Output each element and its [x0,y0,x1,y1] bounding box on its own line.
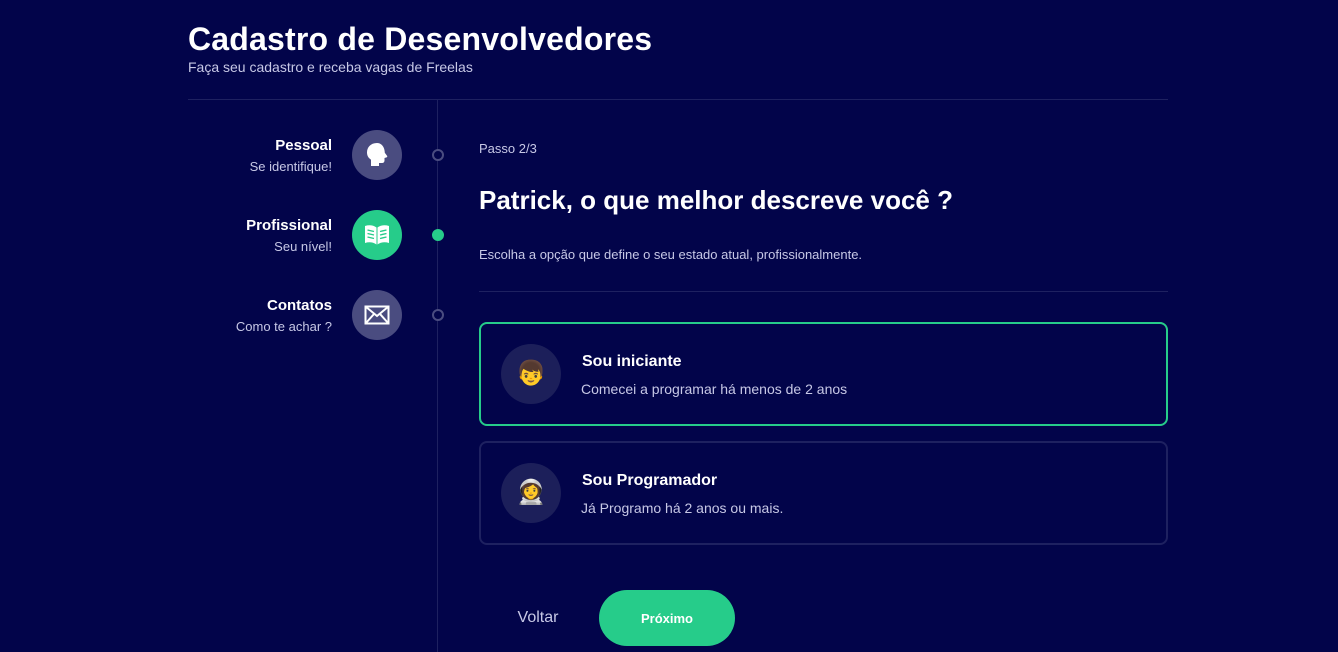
step-indicator-dot [432,149,444,161]
option-title: Sou Programador [582,472,718,489]
step-pessoal[interactable]: Pessoal Se identifique! [188,130,450,180]
step-indicator-dot [432,229,444,241]
registration-page: Cadastro de Desenvolvedores Faça seu cad… [0,0,1338,652]
step-profissional[interactable]: Profissional Seu nível! [188,210,450,260]
page-title: Cadastro de Desenvolvedores [188,21,653,57]
option-title: Sou iniciante [582,353,682,370]
step-icon-circle [352,130,402,180]
step-icon-circle [352,290,402,340]
step-icon-circle [352,210,402,260]
option-description: Já Programo há 2 anos ou mais. [581,500,784,516]
boy-emoji-icon: 👦 [501,344,561,404]
content-divider [479,291,1168,292]
page-header: Cadastro de Desenvolvedores Faça seu cad… [188,20,652,75]
step-title: Pessoal [275,137,332,154]
next-button[interactable]: Próximo [599,590,735,646]
astronaut-emoji-icon: 👩‍🚀 [501,463,561,523]
step-contatos[interactable]: Contatos Como te achar ? [188,290,450,340]
option-programador[interactable]: 👩‍🚀 Sou Programador Já Programo há 2 ano… [479,441,1168,545]
step-title: Contatos [267,297,332,314]
step-description: Como te achar ? [235,319,332,334]
instruction-text: Escolha a opção que define o seu estado … [479,247,863,262]
book-icon [365,225,389,245]
step-title: Profissional [246,217,332,234]
header-divider [188,99,1168,100]
step-description: Seu nível! [274,239,332,254]
step-indicator-dot [432,309,444,321]
step-counter: Passo 2/3 [479,141,537,156]
head-icon [367,143,388,166]
back-button[interactable]: Voltar [500,598,576,638]
envelope-icon [364,305,390,325]
steps-divider [437,100,438,652]
page-subtitle: Faça seu cadastro e receba vagas de Free… [188,59,473,75]
option-iniciante[interactable]: 👦 Sou iniciante Comecei a programar há m… [479,322,1168,426]
question-heading: Patrick, o que melhor descreve você ? [479,185,953,215]
step-description: Se identifique! [249,159,332,174]
option-description: Comecei a programar há menos de 2 anos [581,381,848,397]
